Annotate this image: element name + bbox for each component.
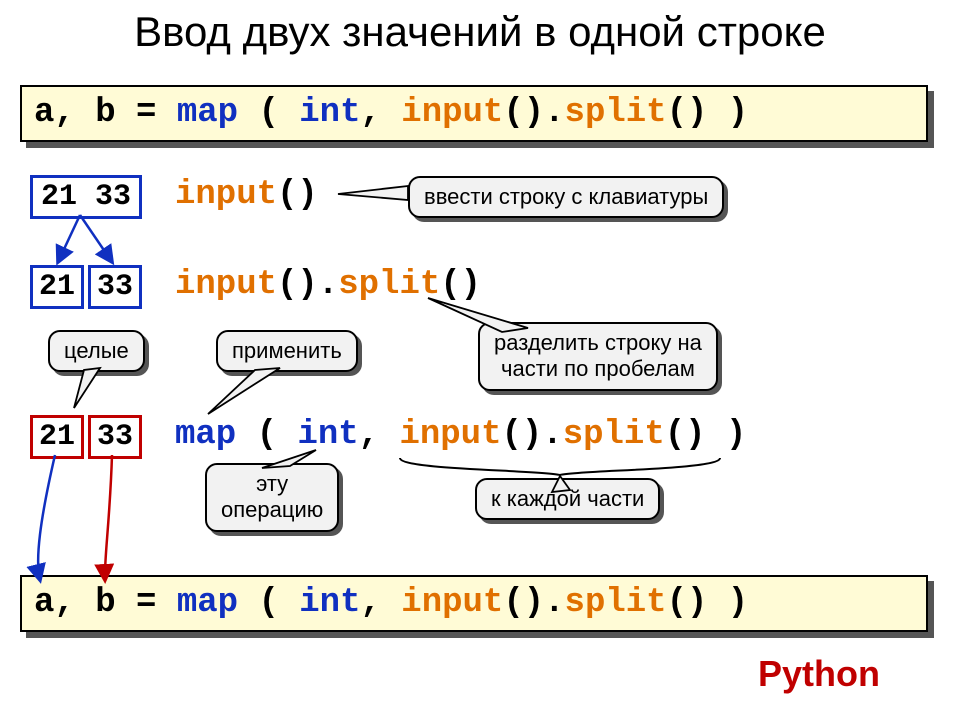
tok: (). xyxy=(277,266,338,304)
tok: input xyxy=(175,176,277,214)
value-box-33: 33 xyxy=(88,265,142,309)
tok: int xyxy=(299,584,360,622)
tok: input xyxy=(175,266,277,304)
tok: split xyxy=(338,266,440,304)
tok: , xyxy=(359,416,400,454)
tok: ( xyxy=(238,584,299,622)
callout-line2: части по пробелам xyxy=(501,356,695,381)
callout-line1: эту xyxy=(256,471,288,496)
tok: split xyxy=(565,584,667,622)
code-row-input: input() xyxy=(175,176,318,214)
tok: , xyxy=(360,584,401,622)
code-bar-bottom: a, b = map ( int, input().split() ) xyxy=(20,575,928,632)
value-box-21: 21 xyxy=(30,265,84,309)
tok: (). xyxy=(503,584,564,622)
callout-line2: операцию xyxy=(221,497,323,522)
tok: map xyxy=(175,416,236,454)
callout-line1: разделить строку на xyxy=(494,330,702,355)
code-row-split: input().split() xyxy=(175,266,481,304)
tok: map xyxy=(177,584,238,622)
tok: () ) xyxy=(667,94,749,132)
callout-split: разделить строку на части по пробелам xyxy=(478,322,718,391)
tok: input xyxy=(401,94,503,132)
slide-title: Ввод двух значений в одной строке xyxy=(0,8,960,56)
tok: split xyxy=(563,416,665,454)
tok: () ) xyxy=(665,416,747,454)
code-row-map: map ( int, input().split() ) xyxy=(175,416,746,454)
value-box-input: 21 33 xyxy=(30,175,142,219)
tok: int xyxy=(297,416,358,454)
tok: (). xyxy=(502,416,563,454)
code-bar-top: a, b = map ( int, input().split() ) xyxy=(20,85,928,142)
tok: () xyxy=(277,176,318,214)
callout-input: ввести строку с клавиатуры xyxy=(408,176,724,218)
tok: () xyxy=(440,266,481,304)
tok: map xyxy=(177,94,238,132)
value-box-33-int: 33 xyxy=(88,415,142,459)
callout-this-op: эту операцию xyxy=(205,463,339,532)
tok: split xyxy=(565,94,667,132)
python-label: Python xyxy=(758,653,880,695)
tok: () ) xyxy=(667,584,749,622)
callout-to-each: к каждой части xyxy=(475,478,660,520)
tok: ( xyxy=(236,416,297,454)
callout-whole: целые xyxy=(48,330,145,372)
tok: a, b = xyxy=(34,584,177,622)
value-box-21-int: 21 xyxy=(30,415,84,459)
tok: ( xyxy=(238,94,299,132)
tok: (). xyxy=(503,94,564,132)
tok: int xyxy=(299,94,360,132)
tok: , xyxy=(360,94,401,132)
tok: a, b = xyxy=(34,94,177,132)
tok: input xyxy=(399,416,501,454)
tok: input xyxy=(401,584,503,622)
callout-apply: применить xyxy=(216,330,358,372)
